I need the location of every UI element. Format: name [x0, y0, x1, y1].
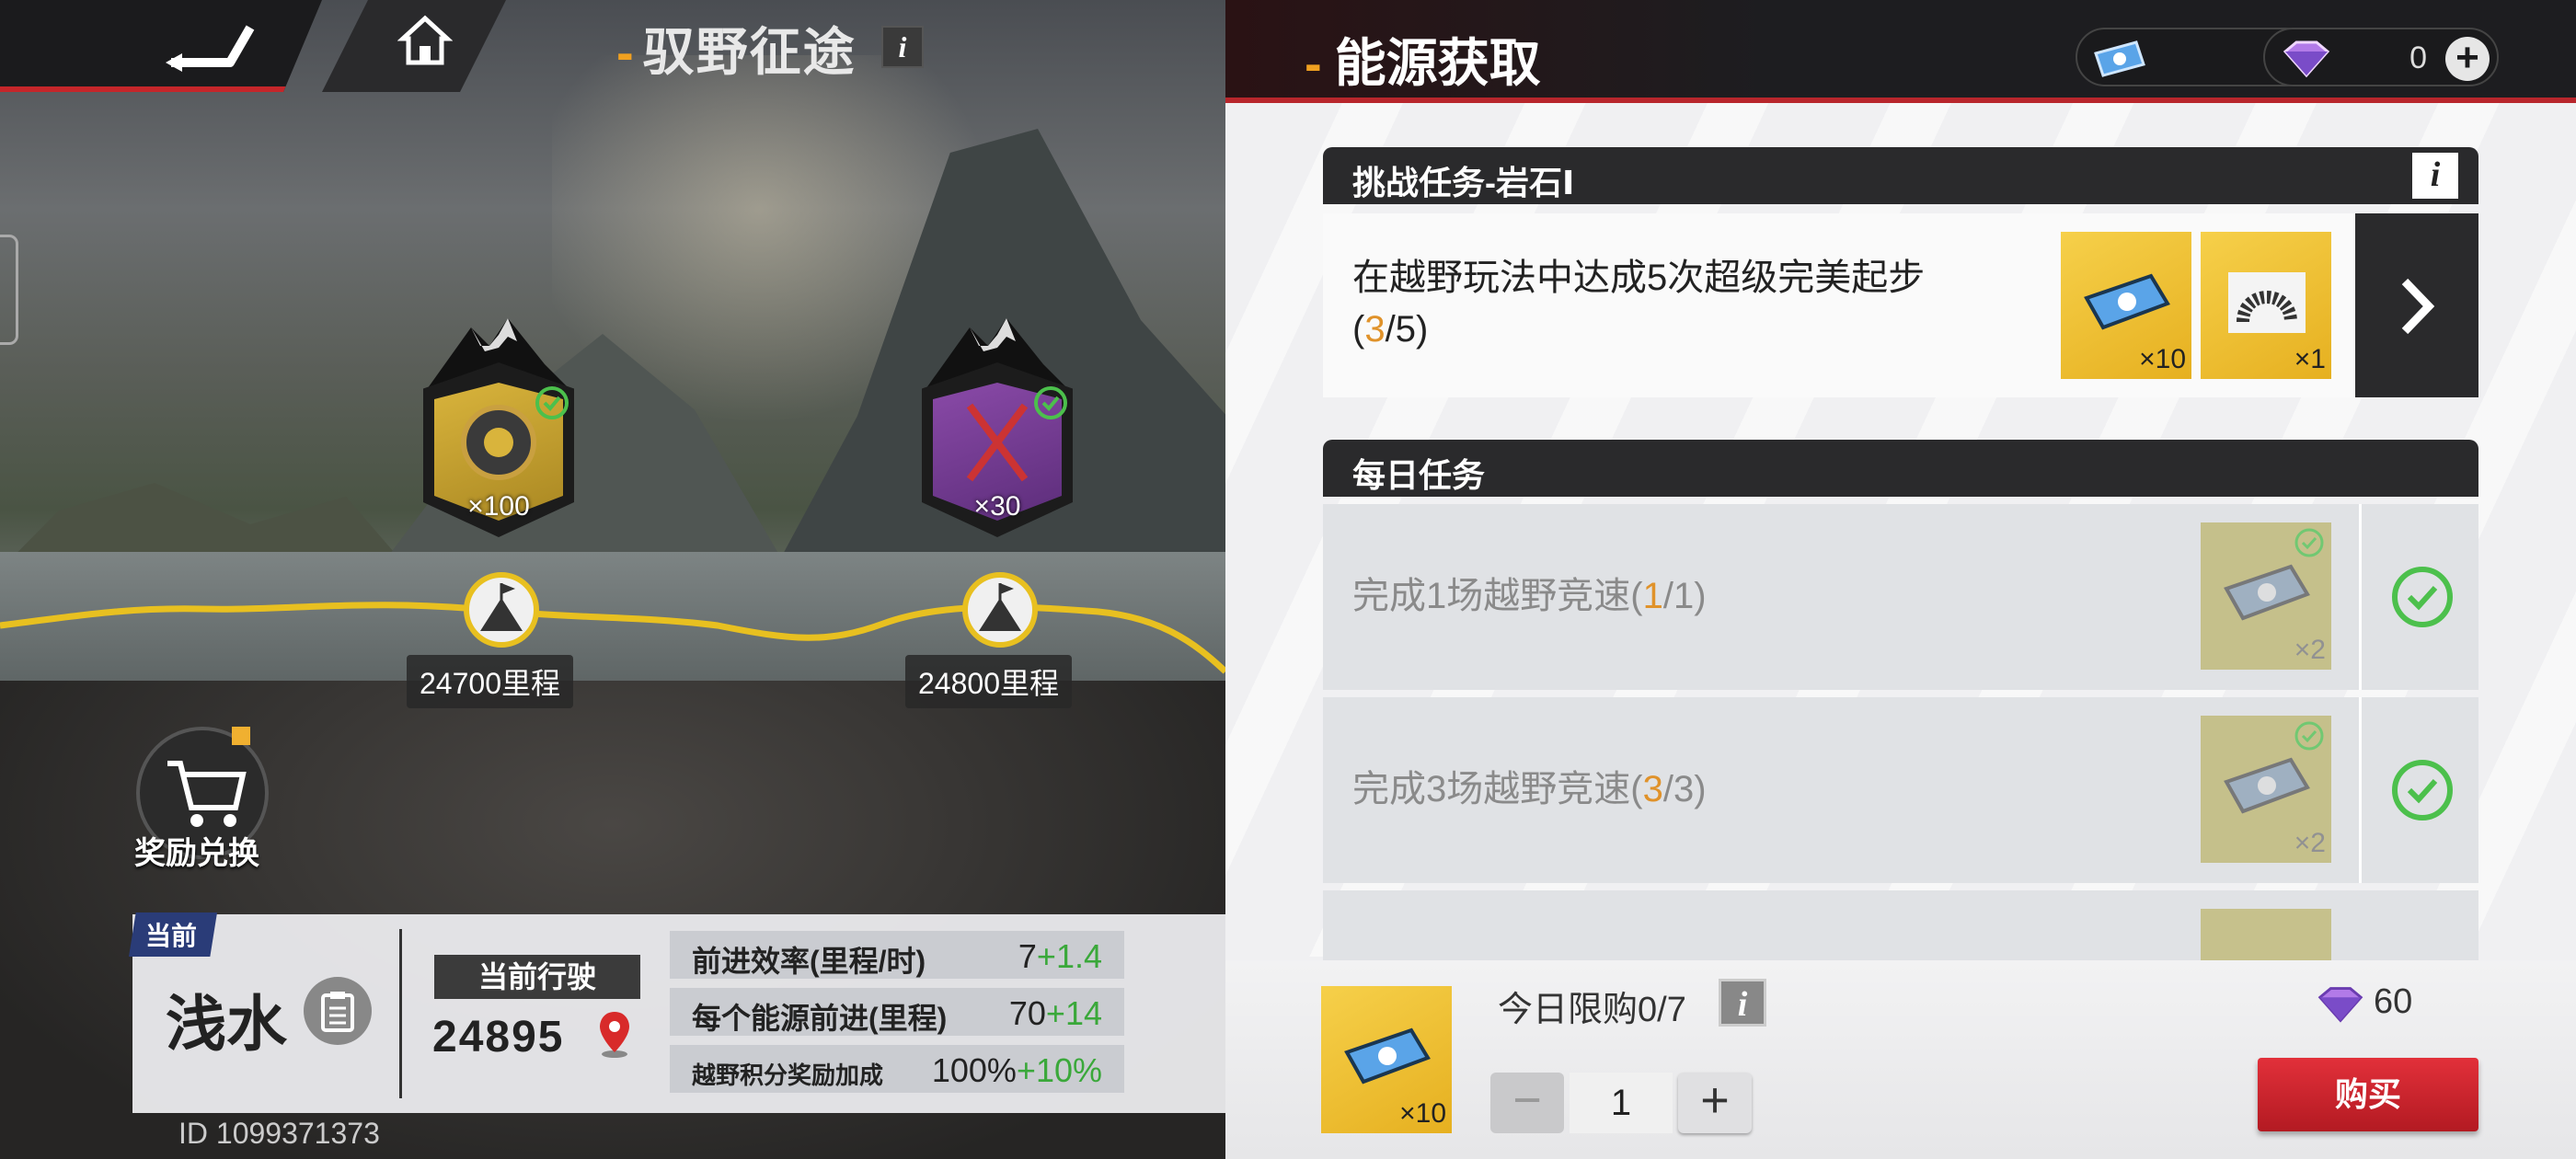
milestone-reward-1[interactable]: ×100: [416, 309, 581, 548]
chevron-right-icon: [2401, 278, 2435, 335]
purchase-footer: ×10 今日限购0/7 i − 1 + 60 购买: [1225, 960, 2576, 1159]
daily-task-1: 完成1场越野竞速(1/1) ×2: [1323, 504, 2478, 690]
user-id: ID 1099371373: [178, 1117, 380, 1150]
check-circle-icon: [2392, 760, 2453, 820]
region-name: 浅水: [166, 990, 287, 1058]
energy-ticket-icon: [1344, 1027, 1431, 1084]
reward-count: ×100: [467, 491, 530, 522]
energy-ticket-icon: [2224, 564, 2310, 621]
current-tag: 当前: [129, 912, 218, 957]
shopping-cart-icon: [167, 761, 247, 827]
camp-flag-icon[interactable]: [462, 570, 541, 649]
panel-title: - 能源获取: [1305, 34, 1541, 92]
task-complete-indicator: [2359, 697, 2478, 883]
claimed-check-icon: [535, 386, 569, 419]
tire-spring-icon: [2228, 272, 2306, 333]
buy-button[interactable]: 购买: [2258, 1058, 2478, 1131]
stat-row-efficiency: 前进效率(里程/时) 7+1.4: [670, 931, 1124, 979]
current-mileage: 24895: [432, 1013, 565, 1061]
add-gems-button[interactable]: +: [2445, 37, 2490, 81]
challenge-task-card: 在越野玩法中达成5次超级完美起步 (3/5) ×10 ×1: [1323, 213, 2478, 397]
task-description: 完成3场越野竞速(3/3): [1352, 769, 1707, 809]
reward-item-tire[interactable]: ×1: [2201, 232, 2331, 379]
crossed-skis-icon: [966, 403, 1029, 482]
gem-balance: 0 +: [2263, 28, 2499, 86]
check-circle-icon: [2392, 567, 2453, 627]
reward-item-energy[interactable]: ×10: [2061, 232, 2191, 379]
stat-value: 100%+10%: [931, 1051, 1102, 1089]
energy-panel: -能源获取 0 0 + 挑战任务-岩石Ⅰ i 在越野玩法中达成5次超级完美起步(…: [1225, 0, 2576, 1159]
back-button[interactable]: [0, 0, 322, 92]
title-info-button[interactable]: i: [881, 26, 924, 68]
diamond-icon: [2283, 40, 2330, 78]
reward-exchange-label: 奖励兑换: [134, 836, 259, 871]
daily-task-3-partial: [1323, 890, 2478, 964]
price-value: 60: [2374, 982, 2413, 1021]
quantity-stepper: − 1 +: [1490, 1073, 1754, 1133]
clipboard-icon: [321, 992, 354, 1032]
location-pin-icon: [600, 1012, 629, 1058]
milestone-reward-2[interactable]: ×30: [914, 309, 1080, 548]
reward-item-energy: [2201, 909, 2331, 964]
stat-row-score-bonus: 越野积分奖励加成 100%+10%: [670, 1045, 1124, 1093]
purchase-info-button[interactable]: i: [1719, 979, 1766, 1027]
info-icon: i: [881, 26, 924, 68]
claimed-check-icon: [1034, 386, 1067, 419]
page-title: - 驭野征途: [616, 23, 857, 81]
stat-value: 70+14: [1008, 994, 1102, 1032]
reward-count: ×30: [973, 491, 1021, 522]
energy-ticket-icon: [2224, 757, 2310, 814]
divider: [399, 929, 402, 1098]
stat-label: 越野积分奖励加成: [692, 1061, 884, 1089]
energy-ticket-icon: [2094, 40, 2145, 77]
claimed-check-icon: [2294, 528, 2324, 557]
side-expand-tab[interactable]: [0, 235, 18, 345]
energy-ticket-icon: [2084, 273, 2170, 330]
task-description: 在越野玩法中达成5次超级完美起步 (3/5): [1352, 258, 1926, 350]
stat-label: 每个能源前进(里程): [692, 1002, 948, 1035]
go-to-task-button[interactable]: [2355, 213, 2478, 397]
challenge-info-button[interactable]: i: [2412, 153, 2458, 199]
quantity-value[interactable]: 1: [1570, 1073, 1673, 1133]
increase-button[interactable]: +: [1678, 1073, 1752, 1133]
purchase-item[interactable]: ×10: [1321, 986, 1452, 1133]
home-icon: [397, 15, 453, 65]
stat-row-energy-advance: 每个能源前进(里程) 70+14: [670, 988, 1124, 1036]
decrease-button[interactable]: −: [1490, 1073, 1564, 1133]
camp-flag-icon[interactable]: [960, 570, 1040, 649]
reward-item-energy: ×2: [2201, 716, 2331, 863]
daily-section-header: 每日任务: [1323, 440, 2478, 497]
reward-item-energy: ×2: [2201, 522, 2331, 670]
milestone-mileage: 24700里程: [407, 655, 573, 708]
task-description: 完成1场越野竞速(1/1): [1352, 576, 1707, 616]
map-scene: ×100 ×30 24700里程 24800里程 奖励兑换 当前 浅水 当前行驶…: [0, 0, 1225, 1159]
engine-part-icon: [461, 405, 536, 480]
diamond-icon: [2317, 987, 2363, 1023]
milestone-mileage: 24800里程: [905, 655, 1072, 708]
task-complete-indicator: [2359, 504, 2478, 690]
claimed-check-icon: [2294, 721, 2324, 751]
stat-value: 7+1.4: [1018, 937, 1102, 975]
daily-purchase-limit: 今日限购0/7: [1498, 991, 1686, 1029]
back-arrow-icon: [166, 25, 255, 72]
notification-dot: [232, 727, 250, 745]
current-drive-label: 当前行驶: [434, 955, 640, 999]
daily-task-2: 完成3场越野竞速(3/3) ×2: [1323, 697, 2478, 883]
region-info-button[interactable]: [304, 977, 372, 1045]
challenge-section-header: 挑战任务-岩石Ⅰ i: [1323, 147, 2478, 204]
stat-label: 前进效率(里程/时): [692, 945, 926, 978]
panel-header: -能源获取 0 0 +: [1225, 0, 2576, 103]
